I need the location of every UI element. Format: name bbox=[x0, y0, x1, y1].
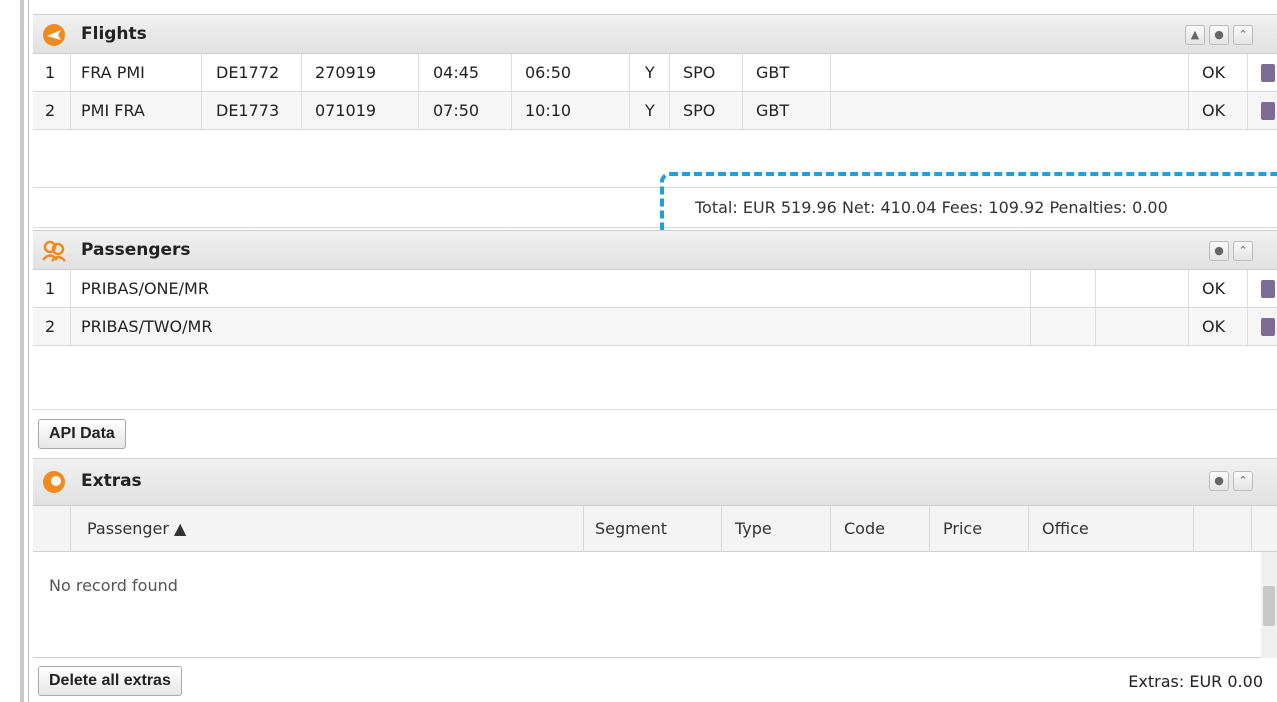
passenger-name: PRIBAS/TWO/MR bbox=[81, 317, 213, 336]
column-segment[interactable]: Segment bbox=[595, 506, 667, 552]
column-office[interactable]: Office bbox=[1042, 506, 1089, 552]
fare-type: SPO bbox=[683, 101, 716, 120]
api-data-button[interactable]: API Data bbox=[38, 419, 126, 449]
left-border-inner bbox=[28, 0, 29, 702]
trash-icon[interactable] bbox=[1261, 318, 1275, 336]
fare-type: SPO bbox=[683, 63, 716, 82]
passenger-row[interactable]: 1 PRIBAS/ONE/MR OK bbox=[33, 270, 1277, 308]
trash-icon[interactable] bbox=[1261, 102, 1275, 120]
row-index: 1 bbox=[45, 279, 56, 298]
flight-number: DE1772 bbox=[216, 63, 280, 82]
empty-message: No record found bbox=[49, 576, 178, 595]
flight-route: FRA PMI bbox=[81, 63, 145, 82]
flight-date: 071019 bbox=[315, 101, 377, 120]
delete-all-extras-button[interactable]: Delete all extras bbox=[38, 666, 182, 696]
flights-title: Flights bbox=[81, 24, 147, 44]
passengers-empty-area bbox=[33, 346, 1277, 410]
extras-title: Extras bbox=[81, 471, 142, 491]
departure-time: 04:45 bbox=[433, 63, 480, 82]
booking-class: Y bbox=[645, 63, 655, 82]
collapse-icon[interactable]: ▲ bbox=[1185, 25, 1205, 45]
gear-icon[interactable]: ● bbox=[1209, 241, 1229, 261]
trash-icon[interactable] bbox=[1261, 280, 1275, 298]
passengers-title: Passengers bbox=[81, 240, 191, 260]
flight-route: PMI FRA bbox=[81, 101, 145, 120]
highlight-box bbox=[660, 172, 1277, 238]
flight-row[interactable]: 2 PMI FRA DE1773 071019 07:50 10:10 Y SP… bbox=[33, 92, 1277, 130]
extras-grid-body: No record found bbox=[33, 552, 1277, 658]
double-up-icon[interactable]: ⌃ bbox=[1233, 471, 1253, 491]
row-index: 1 bbox=[45, 63, 56, 82]
vertical-scrollbar[interactable] bbox=[1261, 552, 1277, 658]
operator-code: GBT bbox=[756, 101, 790, 120]
scroll-thumb[interactable] bbox=[1263, 586, 1275, 626]
column-passenger[interactable]: Passenger ▲ bbox=[87, 506, 186, 552]
flight-date: 270919 bbox=[315, 63, 377, 82]
passenger-status: OK bbox=[1202, 279, 1226, 298]
arrival-time: 06:50 bbox=[525, 63, 572, 82]
arrival-time: 10:10 bbox=[525, 101, 572, 120]
passenger-row[interactable]: 2 PRIBAS/TWO/MR OK bbox=[33, 308, 1277, 346]
trash-icon[interactable] bbox=[1261, 64, 1275, 82]
gear-icon[interactable]: ● bbox=[1209, 471, 1229, 491]
gear-icon[interactable]: ● bbox=[1209, 25, 1229, 45]
row-index: 2 bbox=[45, 317, 56, 336]
double-up-icon[interactable]: ⌃ bbox=[1233, 241, 1253, 261]
flights-panel-header: Flights ▲ ● ⌃ bbox=[33, 14, 1277, 54]
extras-panel-header: Extras ● ⌃ bbox=[33, 458, 1277, 506]
departure-time: 07:50 bbox=[433, 101, 480, 120]
extras-footer: Delete all extras Extras: EUR 0.00 bbox=[33, 658, 1277, 702]
passenger-name: PRIBAS/ONE/MR bbox=[81, 279, 209, 298]
operator-code: GBT bbox=[756, 63, 790, 82]
column-type[interactable]: Type bbox=[735, 506, 772, 552]
extras-grid-header: Passenger ▲ Segment Type Code Price Offi… bbox=[33, 506, 1277, 552]
column-price[interactable]: Price bbox=[943, 506, 982, 552]
passengers-panel-header: Passengers ● ⌃ bbox=[33, 230, 1277, 270]
passenger-status: OK bbox=[1202, 317, 1226, 336]
booking-class: Y bbox=[645, 101, 655, 120]
flight-status: OK bbox=[1202, 63, 1226, 82]
flight-row[interactable]: 1 FRA PMI DE1772 270919 04:45 06:50 Y SP… bbox=[33, 54, 1277, 92]
flight-status: OK bbox=[1202, 101, 1226, 120]
column-code[interactable]: Code bbox=[844, 506, 885, 552]
left-border bbox=[20, 0, 24, 702]
people-icon bbox=[41, 238, 67, 264]
plane-icon bbox=[41, 22, 67, 48]
flight-number: DE1773 bbox=[216, 101, 280, 120]
row-index: 2 bbox=[45, 101, 56, 120]
extras-icon bbox=[41, 469, 67, 495]
double-up-icon[interactable]: ⌃ bbox=[1233, 25, 1253, 45]
app-frame: Flights ▲ ● ⌃ 1 FRA PMI DE1772 270919 04… bbox=[0, 0, 1277, 702]
extras-total: Extras: EUR 0.00 bbox=[1128, 672, 1263, 691]
